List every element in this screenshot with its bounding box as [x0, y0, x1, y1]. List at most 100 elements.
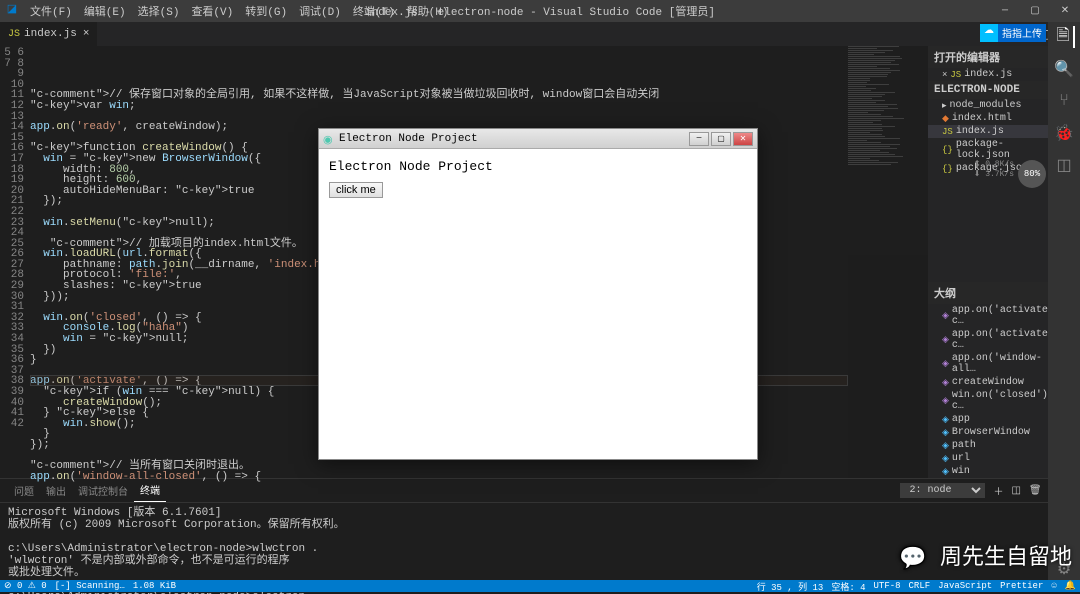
status-lncol[interactable]: 行 35 , 列 13 — [757, 580, 824, 593]
electron-close-button[interactable]: ✕ — [733, 132, 753, 146]
symbol-icon: ◈ — [942, 311, 949, 321]
cloud-icon: ☁ — [980, 24, 998, 42]
click-me-button[interactable]: click me — [329, 182, 383, 198]
close-button[interactable]: ✕ — [1050, 0, 1080, 22]
outline-item[interactable]: ◈app.on('window-all… — [928, 352, 1048, 376]
electron-maximize-button[interactable]: ▢ — [711, 132, 731, 146]
bottom-panel: 问题 输出 调试控制台 终端 2: node ＋ ◫ 🗑 ˄ ✕ Microso… — [0, 478, 1080, 594]
new-terminal-icon[interactable]: ＋ — [993, 483, 1003, 499]
git-icon[interactable]: ⑂ — [1053, 90, 1075, 112]
file-label: package-lock.json — [956, 139, 1044, 161]
menu-debug[interactable]: 调试(D) — [293, 1, 347, 21]
outline-header[interactable]: 大纲 — [928, 282, 1048, 304]
outline-label: app.on('activate') c… — [952, 329, 1060, 351]
files-icon[interactable]: 🗎 — [1053, 26, 1075, 48]
js-icon: JS — [8, 29, 20, 40]
outline-item[interactable]: ◈app — [928, 413, 1048, 426]
status-errors[interactable]: ⊘ 0 ⚠ 0 — [4, 581, 47, 591]
menu-edit[interactable]: 编辑(E) — [78, 1, 132, 21]
status-feedback-icon[interactable]: ☺ — [1051, 581, 1056, 591]
electron-icon: ◉ — [323, 133, 335, 145]
outline-label: win.on('closed') c… — [952, 390, 1048, 412]
status-spaces[interactable]: 空格: 4 — [831, 580, 865, 593]
outline-item[interactable]: ◈win — [928, 465, 1048, 478]
file-label: index.js — [956, 126, 1004, 137]
kill-terminal-icon[interactable]: 🗑 — [1029, 485, 1042, 497]
settings-icon[interactable]: ⚙ — [1053, 558, 1075, 580]
search-icon[interactable]: 🔍 — [1053, 58, 1075, 80]
file-label: node_modules — [950, 100, 1022, 111]
folder-node-modules[interactable]: ▸ node_modules — [928, 99, 1048, 112]
status-size: 1.08 KiB — [133, 581, 176, 591]
menu-select[interactable]: 选择(S) — [132, 1, 186, 21]
json-icon: {} — [942, 145, 953, 155]
status-eol[interactable]: CRLF — [909, 581, 931, 591]
outline-label: app — [952, 414, 970, 425]
menu-file[interactable]: 文件(F) — [24, 1, 78, 21]
outline-item[interactable]: ◈BrowserWindow — [928, 426, 1048, 439]
activity-bar: 🗎 🔍 ⑂ 🐞 ◫ ⚙ — [1048, 22, 1080, 580]
file-label: index.html — [952, 113, 1012, 124]
upload-badge[interactable]: ☁ 指指上传 — [980, 24, 1046, 42]
symbol-icon: ◈ — [942, 428, 949, 438]
outline-label: BrowserWindow — [952, 427, 1030, 438]
outline-item[interactable]: ◈url — [928, 452, 1048, 465]
electron-titlebar[interactable]: ◉ Electron Node Project ─ ▢ ✕ — [319, 129, 757, 149]
explorer-sidebar: 打开的编辑器 × JS index.js ELECTRON-NODE ▸ nod… — [928, 46, 1048, 478]
close-icon[interactable]: × — [942, 70, 947, 80]
titlebar: ◪ 文件(F) 编辑(E) 选择(S) 查看(V) 转到(G) 调试(D) 终端… — [0, 0, 1080, 22]
tab-label: index.js — [24, 28, 77, 40]
symbol-icon: ◈ — [942, 454, 949, 464]
chevron-right-icon: ▸ — [942, 101, 947, 111]
minimize-button[interactable]: ─ — [990, 0, 1020, 22]
terminal-select[interactable]: 2: node — [900, 483, 985, 498]
status-lang[interactable]: JavaScript — [938, 581, 992, 591]
outline-label: win — [952, 466, 970, 477]
outline-item[interactable]: ◈createWindow — [928, 376, 1048, 389]
file-package-lock[interactable]: {} package-lock.json — [928, 138, 1048, 162]
js-icon: JS — [950, 70, 961, 80]
status-prettier[interactable]: Prettier — [1000, 581, 1043, 591]
line-gutter: 5 6 7 8 9 10 11 12 13 14 15 16 17 18 19 … — [0, 46, 30, 478]
json-icon: {} — [942, 164, 953, 174]
perf-circle[interactable]: 80% — [1018, 160, 1046, 188]
panel-tab-debug[interactable]: 调试控制台 — [72, 480, 134, 502]
file-index-js[interactable]: JS index.js — [928, 125, 1048, 138]
electron-app-window[interactable]: ◉ Electron Node Project ─ ▢ ✕ Electron N… — [318, 128, 758, 460]
editor-tabs: JS index.js × ▷ ◫ ⋯ — [0, 22, 1080, 46]
panel-tab-problems[interactable]: 问题 — [8, 480, 40, 502]
outline-item[interactable]: ◈app.on('activate') c… — [928, 304, 1048, 328]
open-editor-item[interactable]: × JS index.js — [928, 68, 1048, 81]
menu-terminal[interactable]: 终端(T) — [347, 1, 401, 21]
status-encoding[interactable]: UTF-8 — [874, 581, 901, 591]
menu-view[interactable]: 查看(V) — [185, 1, 239, 21]
minimap[interactable] — [848, 46, 928, 478]
html-icon: ◆ — [942, 114, 949, 124]
symbol-icon: ◈ — [942, 415, 949, 425]
tab-indexjs[interactable]: JS index.js × — [0, 22, 98, 46]
debug-icon[interactable]: 🐞 — [1053, 122, 1075, 144]
project-header[interactable]: ELECTRON-NODE — [928, 81, 1048, 99]
outline-item[interactable]: ◈app.on('activate') c… — [928, 328, 1048, 352]
electron-minimize-button[interactable]: ─ — [689, 132, 709, 146]
open-editors-header[interactable]: 打开的编辑器 — [928, 46, 1048, 68]
outline-label: path — [952, 440, 976, 451]
outline-label: createWindow — [952, 377, 1024, 388]
tab-close-icon[interactable]: × — [83, 28, 90, 40]
status-scanning[interactable]: [-] Scanning… — [55, 581, 125, 591]
panel-tab-output[interactable]: 输出 — [40, 480, 72, 502]
symbol-icon: ◈ — [942, 335, 949, 345]
file-index-html[interactable]: ◆ index.html — [928, 112, 1048, 125]
menu-goto[interactable]: 转到(G) — [239, 1, 293, 21]
status-bell-icon[interactable]: 🔔 — [1065, 581, 1076, 591]
symbol-icon: ◈ — [942, 396, 949, 406]
symbol-icon: ◈ — [942, 467, 949, 477]
menu-help[interactable]: 帮助(H) — [401, 1, 455, 21]
outline-item[interactable]: ◈win.on('closed') c… — [928, 389, 1048, 413]
js-icon: JS — [942, 127, 953, 137]
extensions-icon[interactable]: ◫ — [1053, 154, 1075, 176]
maximize-button[interactable]: ▢ — [1020, 0, 1050, 22]
split-terminal-icon[interactable]: ◫ — [1011, 485, 1020, 497]
outline-item[interactable]: ◈path — [928, 439, 1048, 452]
outline-label: app.on('window-all… — [952, 353, 1044, 375]
